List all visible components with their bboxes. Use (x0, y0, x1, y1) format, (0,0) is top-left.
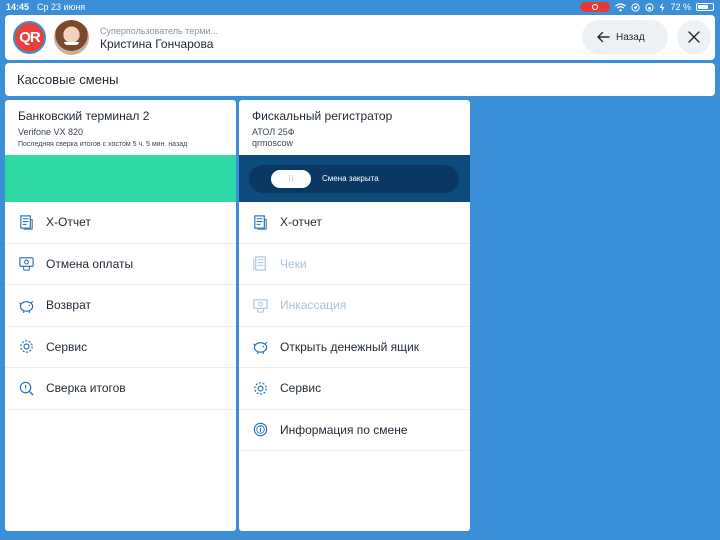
close-button[interactable] (677, 20, 711, 54)
menu-item-shift-info[interactable]: Информация по смене (239, 410, 470, 451)
menu-item-service[interactable]: Сервис (239, 368, 470, 410)
menu-item-cancel-payment[interactable]: Отмена оплаты (5, 244, 236, 285)
fiscal-register-card: Фискальный регистратор АТОЛ 25Ф qrmoscow… (239, 100, 470, 531)
cash-drawer-icon (251, 338, 269, 356)
screen-recording-icon (580, 2, 611, 12)
status-right: 72 % (580, 2, 714, 12)
menu-item-x-report[interactable]: X-Отчет (5, 202, 236, 244)
report-icon (17, 213, 35, 231)
charging-bolt-icon (659, 2, 665, 12)
app-logo: QR (13, 21, 46, 54)
status-bar: 14:45 Ср 23 июня 72 % (0, 0, 720, 14)
menu-item-reconcile[interactable]: Сверка итогов (5, 368, 236, 410)
bank-terminal-header: Банковский терминал 2 Verifone VX 820 По… (5, 100, 236, 155)
user-role: Суперпользователь терми... (100, 26, 218, 36)
fiscal-register-account: qrmoscow (252, 138, 294, 148)
app-header: QR Суперпользователь терми... Кристина Г… (5, 15, 715, 60)
receipts-icon (251, 255, 269, 273)
bank-terminal-model: Verifone VX 820 (18, 127, 84, 137)
bank-terminal-card: Банковский терминал 2 Verifone VX 820 По… (5, 100, 236, 531)
menu-item-label: Чеки (280, 256, 307, 271)
battery-percent: 72 % (670, 2, 691, 12)
avatar[interactable] (54, 20, 89, 55)
arrow-left-icon (597, 31, 610, 43)
menu-item-label: Сверка итогов (46, 381, 126, 396)
menu-item-receipts[interactable]: Чеки (239, 244, 470, 285)
menu-item-label: Инкассация (280, 298, 347, 313)
reconcile-icon (17, 379, 35, 397)
bank-terminal-last-sync: Последняя сверка итогов с хостом 5 ч. 5 … (18, 141, 188, 148)
menu-item-service[interactable]: Сервис (5, 327, 236, 368)
refund-icon (17, 296, 35, 314)
status-date: Ср 23 июня (37, 2, 86, 12)
menu-item-x-report[interactable]: X-отчет (239, 202, 470, 244)
fiscal-register-status-band: Смена закрыта (239, 155, 470, 202)
fiscal-register-title: Фискальный регистратор (252, 109, 393, 123)
back-button[interactable]: Назад (582, 20, 668, 54)
toggle-knob[interactable] (271, 169, 311, 188)
gear-icon (17, 338, 35, 356)
user-name: Кристина Гончарова (100, 37, 214, 51)
menu-item-label: Сервис (280, 381, 322, 396)
page-title: Кассовые смены (5, 63, 715, 96)
menu-item-refund[interactable]: Возврат (5, 285, 236, 327)
gear-icon (251, 379, 269, 397)
report-icon (251, 213, 269, 231)
bank-terminal-status-band (5, 155, 236, 202)
info-icon (251, 421, 269, 439)
menu-item-label: Отмена оплаты (46, 256, 134, 271)
shift-toggle-label: Смена закрыта (322, 173, 379, 183)
location-icon (631, 2, 641, 12)
back-button-label: Назад (616, 31, 645, 43)
menu-item-label: X-отчет (280, 215, 322, 230)
lock-rotation-icon (645, 2, 655, 12)
menu-item-label: Открыть денежный ящик (280, 339, 419, 354)
menu-item-label: Возврат (46, 298, 91, 313)
status-time: 14:45 (6, 2, 30, 12)
close-icon (688, 31, 700, 43)
fiscal-register-model: АТОЛ 25Ф (252, 127, 295, 137)
fiscal-register-header: Фискальный регистратор АТОЛ 25Ф qrmoscow (239, 100, 470, 155)
menu-item-label: X-Отчет (46, 215, 91, 230)
shift-toggle[interactable]: Смена закрыта (249, 164, 459, 193)
battery-icon (696, 3, 714, 11)
collection-icon (251, 296, 269, 314)
menu-item-open-cash-drawer[interactable]: Открыть денежный ящик (239, 327, 470, 368)
wifi-icon (615, 2, 627, 11)
menu-item-label: Сервис (46, 339, 88, 354)
cancel-payment-icon (17, 255, 35, 273)
menu-item-collection[interactable]: Инкассация (239, 285, 470, 327)
bank-terminal-title: Банковский терминал 2 (18, 109, 150, 123)
menu-item-label: Информация по смене (280, 422, 408, 437)
